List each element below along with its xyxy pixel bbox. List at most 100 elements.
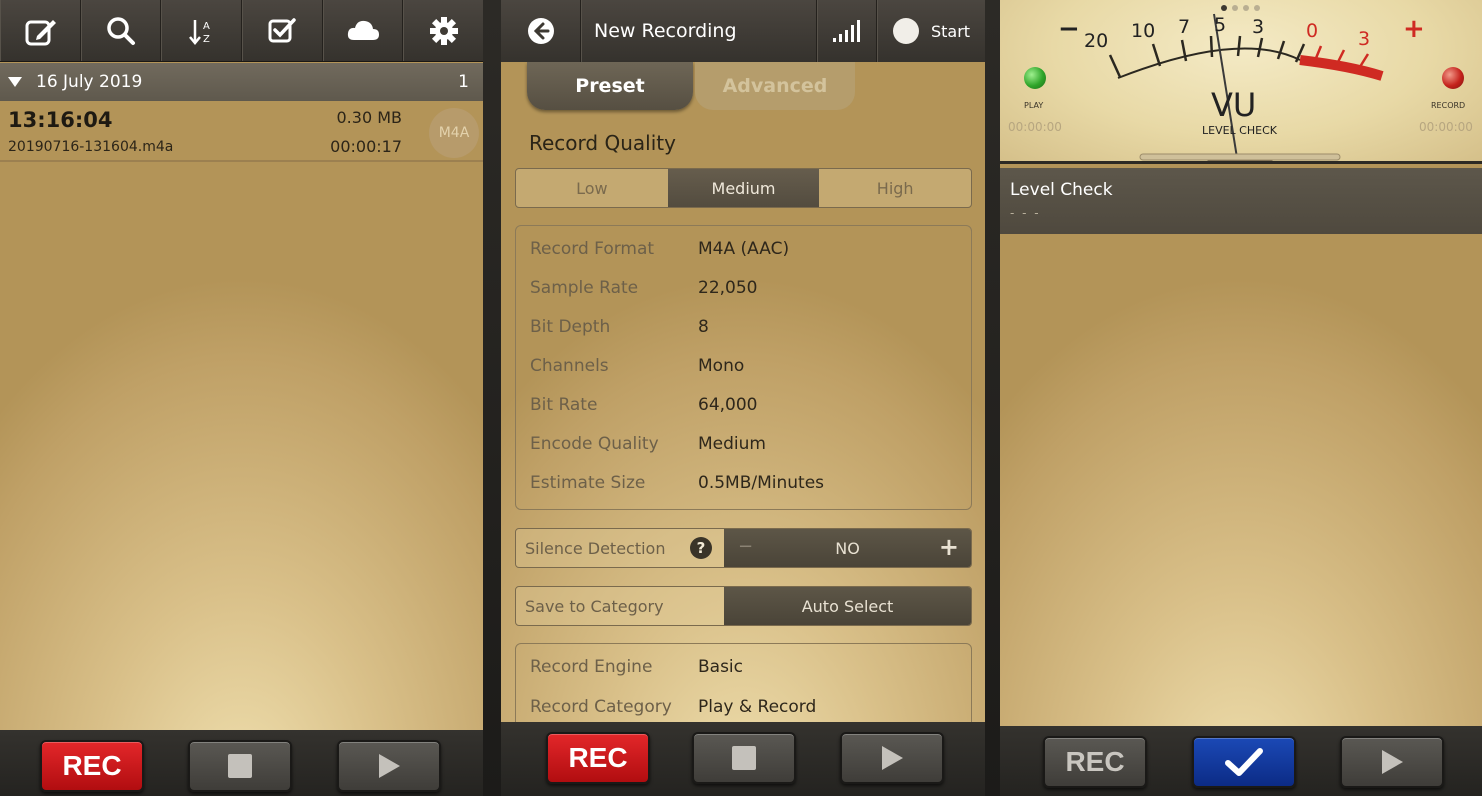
info-label: Channels	[530, 356, 609, 376]
cloud-button[interactable]	[322, 0, 404, 61]
search-button[interactable]	[80, 0, 162, 61]
info-value: M4A (AAC)	[698, 239, 790, 259]
info-label: Bit Rate	[530, 395, 598, 415]
settings-button[interactable]	[403, 0, 483, 61]
play-led-icon	[1024, 67, 1046, 89]
sort-button[interactable]: AZ	[161, 0, 243, 61]
date-group-label: 16 July 2019	[36, 72, 143, 92]
date-group-header[interactable]: 16 July 2019 1	[0, 63, 483, 101]
vu-scale-red-3: 3	[1358, 28, 1371, 50]
recording-row[interactable]: 13:16:04 20190716-131604.m4a 0.30 MB 00:…	[0, 102, 483, 162]
play-icon	[1381, 750, 1403, 774]
vu-scale-plus: +	[1403, 14, 1425, 44]
info-value: 8	[698, 317, 709, 337]
confirm-button[interactable]	[1192, 736, 1296, 788]
gear-icon	[429, 16, 458, 45]
play-button[interactable]	[1340, 736, 1444, 788]
info-value: 64,000	[698, 395, 758, 415]
quality-segmented-control: Low Medium High	[515, 168, 972, 208]
edit-icon	[25, 19, 57, 45]
info-value: 22,050	[698, 278, 758, 298]
silence-detection-stepper: − NO +	[724, 529, 971, 567]
record-led-label: RECORD	[1431, 101, 1466, 110]
start-recording-button[interactable]: Start	[877, 0, 985, 62]
save-category-selector[interactable]: Auto Select	[724, 587, 971, 625]
right-transport-bar: REC	[1000, 726, 1482, 796]
recording-duration: 00:00:17	[330, 137, 402, 156]
recordings-panel: AZ 16 July 2019 1 13:16:04 20190716-1316…	[0, 0, 483, 796]
search-icon	[107, 16, 135, 45]
play-time: 00:00:00	[1008, 120, 1062, 134]
save-category-row: Save to Category Auto Select	[515, 586, 972, 626]
panel-divider	[483, 0, 501, 796]
record-led-icon	[1442, 67, 1464, 89]
back-button[interactable]	[501, 0, 581, 62]
panel-divider	[985, 0, 1000, 796]
info-label: Estimate Size	[530, 473, 646, 493]
rec-button[interactable]: REC	[40, 740, 144, 792]
play-led-label: PLAY	[1024, 101, 1044, 110]
silence-detection-row: Silence Detection ? − NO +	[515, 528, 972, 568]
info-value: Basic	[698, 657, 744, 677]
save-category-label: Save to Category	[516, 587, 724, 625]
signal-strength-icon	[833, 20, 860, 42]
recording-filename: 20190716-131604.m4a	[8, 139, 174, 155]
play-button[interactable]	[337, 740, 441, 792]
rec-button[interactable]: REC	[546, 732, 650, 784]
info-value: Play & Record	[698, 697, 817, 717]
info-label: Record Format	[530, 239, 655, 259]
quality-option-medium[interactable]: Medium	[667, 169, 820, 207]
select-button[interactable]	[242, 0, 323, 61]
vu-scale-0: 0	[1306, 20, 1319, 42]
edit-button[interactable]	[0, 0, 81, 61]
cloud-icon	[347, 20, 380, 40]
record-dot-icon	[892, 18, 919, 44]
vu-scale-7: 7	[1178, 16, 1191, 38]
recording-size: 0.30 MB	[336, 108, 403, 127]
middle-transport-bar: REC	[501, 722, 985, 796]
level-check-header: Level Check - - -	[1000, 168, 1482, 234]
vu-meter: − 20 10 7 5 3 0 3 + VU LEVEL CHECK PLAY …	[1000, 0, 1482, 164]
vu-scale-5: 5	[1214, 14, 1227, 36]
info-value: Medium	[698, 434, 766, 454]
stop-icon	[228, 754, 252, 778]
silence-detection-label: Silence Detection	[525, 538, 666, 558]
tab-advanced[interactable]: Advanced	[695, 62, 855, 110]
format-badge: M4A	[429, 108, 479, 158]
increment-button[interactable]: +	[939, 533, 959, 561]
stop-icon	[732, 746, 756, 770]
left-transport-bar: REC	[0, 730, 483, 796]
quality-option-high[interactable]: High	[819, 169, 971, 207]
record-quality-title: Record Quality	[529, 131, 676, 155]
info-label: Record Category	[530, 697, 672, 717]
play-button[interactable]	[840, 732, 944, 784]
record-time: 00:00:00	[1419, 120, 1473, 134]
quality-option-low[interactable]: Low	[516, 169, 668, 207]
level-check-subtitle: - - -	[1010, 206, 1041, 220]
help-icon[interactable]: ?	[690, 537, 712, 559]
play-icon	[881, 746, 903, 770]
signal-strength-button[interactable]	[817, 0, 877, 62]
info-label: Encode Quality	[530, 434, 659, 454]
info-label: Record Engine	[530, 657, 653, 677]
vu-scale-3: 3	[1252, 16, 1265, 38]
vu-subtitle: LEVEL CHECK	[1202, 124, 1277, 137]
new-recording-panel: New Recording Start Preset Advanced Reco…	[501, 0, 985, 796]
play-icon	[378, 754, 400, 778]
recording-time: 13:16:04	[8, 108, 113, 132]
tab-preset[interactable]: Preset	[527, 62, 693, 110]
new-recording-navbar: New Recording Start	[501, 0, 985, 62]
info-value: 0.5MB/Minutes	[698, 473, 825, 493]
info-value: Mono	[698, 356, 745, 376]
format-info-box: Record Format M4A (AAC) Sample Rate 22,0…	[515, 225, 972, 510]
back-arrow-icon	[527, 18, 554, 44]
svg-text:Z: Z	[203, 34, 210, 45]
decrement-button[interactable]: −	[738, 536, 753, 557]
info-label: Bit Depth	[530, 317, 611, 337]
rec-button-disabled[interactable]: REC	[1043, 736, 1147, 788]
level-check-title: Level Check	[1010, 180, 1113, 200]
stop-button[interactable]	[692, 732, 796, 784]
stop-button[interactable]	[188, 740, 292, 792]
date-group-count: 1	[458, 72, 469, 92]
recordings-toolbar: AZ	[0, 0, 483, 62]
